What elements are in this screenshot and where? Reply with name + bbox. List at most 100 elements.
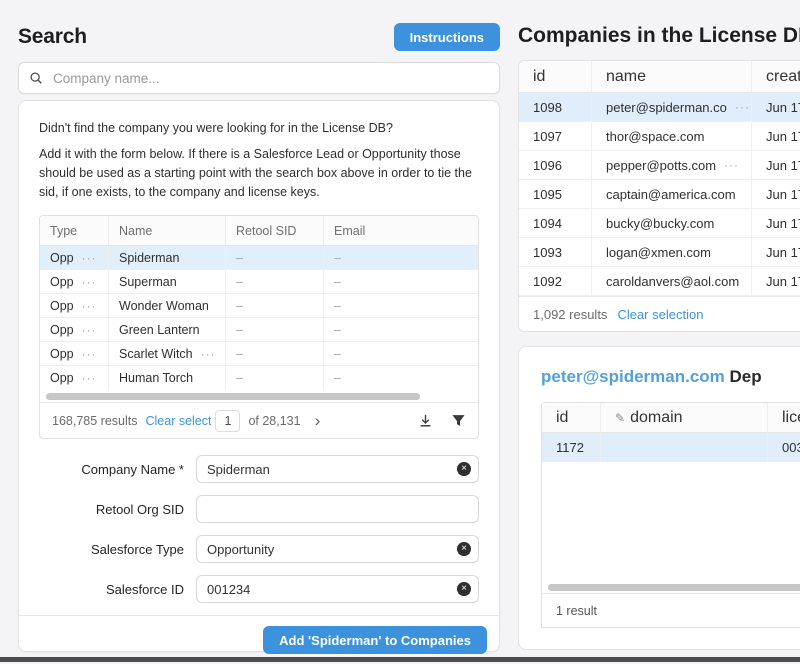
clear-sf-id-icon[interactable]: × xyxy=(457,582,471,596)
deployments-table-footer: 1 result xyxy=(542,593,800,627)
company-row[interactable]: 1093 logan@xmen.com Jun 17 xyxy=(519,238,800,267)
cell-name: Spiderman xyxy=(108,246,225,269)
table-row[interactable]: Opp··· Scarlet Witch··· – – xyxy=(40,342,478,366)
intro-text-line2: Add it with the form below. If there is … xyxy=(39,145,479,201)
table-row[interactable]: Opp··· Green Lantern – – xyxy=(40,318,478,342)
table-row[interactable]: Opp ··· Spiderman – – xyxy=(40,246,478,270)
form-field-sf-id: Salesforce ID × xyxy=(39,575,479,603)
page-title: Search xyxy=(18,25,87,49)
deployments-title-rest: Dep xyxy=(730,367,762,386)
company-row[interactable]: 1094 bucky@bucky.com Jun 17 xyxy=(519,209,800,238)
cell-overflow-icon[interactable]: ··· xyxy=(201,347,216,361)
cell-name: bucky@bucky.com xyxy=(591,209,751,237)
cell-retool-sid: – xyxy=(225,342,323,365)
cell-overflow-icon[interactable]: ··· xyxy=(735,100,750,114)
cell-created: Jun 17 xyxy=(751,238,800,266)
cell-email: – xyxy=(323,318,478,341)
company-row[interactable]: 1092 caroldanvers@aol.com Jun 17 xyxy=(519,267,800,296)
table-row[interactable]: Opp··· Wonder Woman – – xyxy=(40,294,478,318)
company-name-label: Company Name * xyxy=(39,462,196,477)
horizontal-scrollbar xyxy=(542,581,800,593)
cell-email: – xyxy=(323,246,478,269)
cell-retool-sid: – xyxy=(225,270,323,293)
companies-table-footer: 1,092 results Clear selection xyxy=(519,296,800,331)
cell-type: Opp xyxy=(50,251,74,265)
instructions-button[interactable]: Instructions xyxy=(394,23,500,51)
results-table-footer: 168,785 results Clear select 1 of 28,131… xyxy=(40,402,478,438)
table-row[interactable]: Opp··· Superman – – xyxy=(40,270,478,294)
form-field-company-name: Company Name * × xyxy=(39,455,479,483)
sf-id-label: Salesforce ID xyxy=(39,582,196,597)
table-row[interactable]: Opp··· Human Torch – – xyxy=(40,366,478,390)
cell-name: peter@spiderman.co xyxy=(606,100,727,115)
deployments-title: peter@spiderman.com Dep xyxy=(541,367,800,387)
search-panel: Search Instructions Didn't find the comp… xyxy=(18,0,500,652)
company-row[interactable]: 1097 thor@space.com Jun 17 xyxy=(519,122,800,151)
cell-name: logan@xmen.com xyxy=(591,238,751,266)
cell-name: pepper@potts.com xyxy=(606,158,716,173)
form-field-org-sid: Retool Org SID xyxy=(39,495,479,523)
row-overflow-icon[interactable]: ··· xyxy=(82,323,97,337)
clear-sf-type-icon[interactable]: × xyxy=(457,542,471,556)
sf-type-input[interactable] xyxy=(196,535,479,563)
company-search-box[interactable] xyxy=(18,62,500,94)
edit-pencil-icon: ✎ xyxy=(615,411,625,425)
row-overflow-icon[interactable]: ··· xyxy=(82,299,97,313)
deployments-card: peter@spiderman.com Dep id ✎domain licen… xyxy=(518,346,800,650)
clear-company-name-icon[interactable]: × xyxy=(457,462,471,476)
cell-name: Superman xyxy=(108,270,225,293)
cell-id: 1093 xyxy=(519,238,591,266)
cell-type: Opp xyxy=(50,371,74,385)
col-header-name: Name xyxy=(108,216,225,245)
add-company-button[interactable]: Add 'Spiderman' to Companies xyxy=(263,626,487,654)
page-number-input[interactable]: 1 xyxy=(215,410,240,432)
download-icon[interactable] xyxy=(418,413,433,428)
filter-icon[interactable] xyxy=(451,413,466,428)
col-header-created: created xyxy=(751,61,800,92)
col-header-type: Type xyxy=(40,216,108,245)
company-row[interactable]: 1098 peter@spiderman.co ··· Jun 17 xyxy=(519,93,800,122)
row-overflow-icon[interactable]: ··· xyxy=(82,371,97,385)
cell-type: Opp xyxy=(50,347,74,361)
company-name-input[interactable] xyxy=(196,455,479,483)
clear-selection-link[interactable]: Clear selection xyxy=(617,307,703,322)
companies-table: id name created 1098 peter@spiderman.co·… xyxy=(518,60,800,332)
cell-overflow-icon[interactable]: ··· xyxy=(724,158,739,172)
cell-type: Opp xyxy=(50,323,74,337)
scrollbar-thumb[interactable] xyxy=(548,584,800,591)
row-overflow-icon[interactable]: ··· xyxy=(82,275,97,289)
horizontal-scrollbar xyxy=(40,390,478,402)
cell-id: 1172 xyxy=(542,433,600,461)
col-header-retool-sid: Retool SID xyxy=(225,216,323,245)
scrollbar-thumb[interactable] xyxy=(46,393,420,400)
clear-selection-link[interactable]: Clear select xyxy=(145,414,211,428)
cell-created: Jun 17 xyxy=(751,93,800,121)
add-company-form: Company Name * × Retool Org SID Salesfor… xyxy=(39,455,479,603)
cell-retool-sid: – xyxy=(225,246,323,269)
form-field-sf-type: Salesforce Type × xyxy=(39,535,479,563)
deployment-row[interactable]: 1172 0034 xyxy=(542,433,800,462)
search-icon xyxy=(29,71,43,85)
salesforce-results-table: Type Name Retool SID Email Opp ··· Spider… xyxy=(39,215,479,439)
company-email-link[interactable]: peter@spiderman.com xyxy=(541,367,725,386)
company-search-input[interactable] xyxy=(51,70,489,87)
cell-license: 0034 xyxy=(767,433,800,461)
cell-domain[interactable] xyxy=(600,433,767,461)
cell-name: Wonder Woman xyxy=(108,294,225,317)
cell-retool-sid: – xyxy=(225,294,323,317)
org-sid-label: Retool Org SID xyxy=(39,502,196,517)
next-page-icon[interactable]: › xyxy=(315,412,321,429)
cell-id: 1096 xyxy=(519,151,591,179)
company-row[interactable]: 1096 pepper@potts.com ··· Jun 17 xyxy=(519,151,800,180)
col-header-name: name xyxy=(591,61,751,92)
sf-type-label: Salesforce Type xyxy=(39,542,196,557)
cell-created: Jun 17 xyxy=(751,151,800,179)
sf-id-input[interactable] xyxy=(196,575,479,603)
row-overflow-icon[interactable]: ··· xyxy=(82,251,97,265)
row-overflow-icon[interactable]: ··· xyxy=(82,347,97,361)
results-count: 1 result xyxy=(556,604,597,618)
org-sid-input[interactable] xyxy=(196,495,479,523)
col-header-email: Email xyxy=(323,216,478,245)
company-row[interactable]: 1095 captain@america.com Jun 17 xyxy=(519,180,800,209)
cell-id: 1098 xyxy=(519,93,591,121)
